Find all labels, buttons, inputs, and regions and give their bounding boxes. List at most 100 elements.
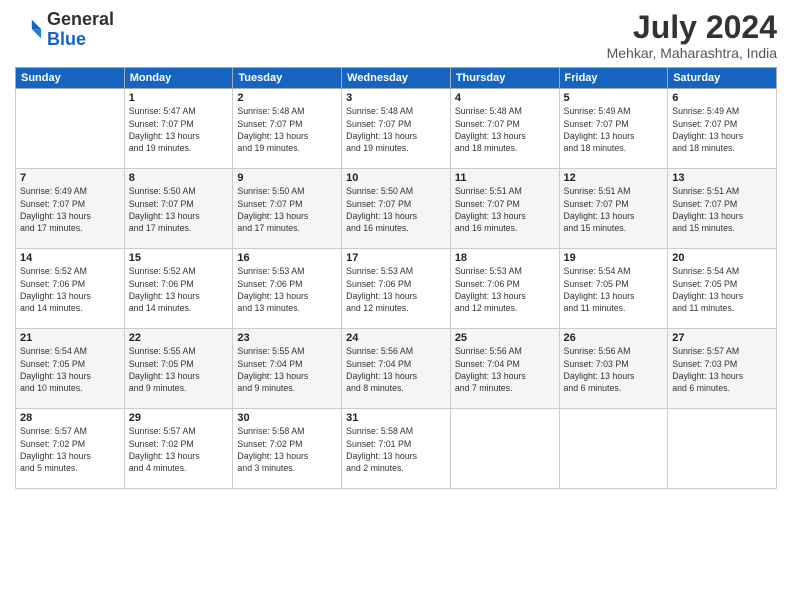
day-info: Sunrise: 5:49 AM Sunset: 7:07 PM Dayligh…: [672, 105, 772, 154]
day-info: Sunrise: 5:53 AM Sunset: 7:06 PM Dayligh…: [346, 265, 446, 314]
calendar-cell: 1Sunrise: 5:47 AM Sunset: 7:07 PM Daylig…: [124, 89, 233, 169]
calendar-cell: 21Sunrise: 5:54 AM Sunset: 7:05 PM Dayli…: [16, 329, 125, 409]
logo-icon: [15, 16, 43, 44]
calendar-cell: 12Sunrise: 5:51 AM Sunset: 7:07 PM Dayli…: [559, 169, 668, 249]
day-number: 1: [129, 92, 229, 104]
calendar-cell: 10Sunrise: 5:50 AM Sunset: 7:07 PM Dayli…: [342, 169, 451, 249]
calendar-cell: 11Sunrise: 5:51 AM Sunset: 7:07 PM Dayli…: [450, 169, 559, 249]
weekday-header: Friday: [559, 68, 668, 89]
calendar-week-row: 21Sunrise: 5:54 AM Sunset: 7:05 PM Dayli…: [16, 329, 777, 409]
day-number: 31: [346, 412, 446, 424]
day-number: 16: [237, 252, 337, 264]
day-number: 18: [455, 252, 555, 264]
day-number: 17: [346, 252, 446, 264]
day-info: Sunrise: 5:53 AM Sunset: 7:06 PM Dayligh…: [455, 265, 555, 314]
calendar-cell: 25Sunrise: 5:56 AM Sunset: 7:04 PM Dayli…: [450, 329, 559, 409]
day-info: Sunrise: 5:49 AM Sunset: 7:07 PM Dayligh…: [20, 185, 120, 234]
calendar-cell: 19Sunrise: 5:54 AM Sunset: 7:05 PM Dayli…: [559, 249, 668, 329]
day-info: Sunrise: 5:50 AM Sunset: 7:07 PM Dayligh…: [237, 185, 337, 234]
day-info: Sunrise: 5:53 AM Sunset: 7:06 PM Dayligh…: [237, 265, 337, 314]
day-info: Sunrise: 5:52 AM Sunset: 7:06 PM Dayligh…: [20, 265, 120, 314]
day-number: 25: [455, 332, 555, 344]
calendar-header: SundayMondayTuesdayWednesdayThursdayFrid…: [16, 68, 777, 89]
day-number: 20: [672, 252, 772, 264]
day-info: Sunrise: 5:57 AM Sunset: 7:02 PM Dayligh…: [20, 425, 120, 474]
day-info: Sunrise: 5:58 AM Sunset: 7:02 PM Dayligh…: [237, 425, 337, 474]
calendar-cell: 30Sunrise: 5:58 AM Sunset: 7:02 PM Dayli…: [233, 409, 342, 489]
day-number: 2: [237, 92, 337, 104]
day-info: Sunrise: 5:52 AM Sunset: 7:06 PM Dayligh…: [129, 265, 229, 314]
day-info: Sunrise: 5:50 AM Sunset: 7:07 PM Dayligh…: [346, 185, 446, 234]
day-number: 12: [564, 172, 664, 184]
day-number: 6: [672, 92, 772, 104]
day-number: 11: [455, 172, 555, 184]
day-number: 27: [672, 332, 772, 344]
day-info: Sunrise: 5:49 AM Sunset: 7:07 PM Dayligh…: [564, 105, 664, 154]
weekday-header: Saturday: [668, 68, 777, 89]
day-number: 15: [129, 252, 229, 264]
day-info: Sunrise: 5:56 AM Sunset: 7:04 PM Dayligh…: [346, 345, 446, 394]
day-info: Sunrise: 5:58 AM Sunset: 7:01 PM Dayligh…: [346, 425, 446, 474]
calendar-cell: 28Sunrise: 5:57 AM Sunset: 7:02 PM Dayli…: [16, 409, 125, 489]
calendar-cell: 27Sunrise: 5:57 AM Sunset: 7:03 PM Dayli…: [668, 329, 777, 409]
calendar-cell: 23Sunrise: 5:55 AM Sunset: 7:04 PM Dayli…: [233, 329, 342, 409]
calendar-cell: [668, 409, 777, 489]
day-number: 21: [20, 332, 120, 344]
day-number: 9: [237, 172, 337, 184]
day-info: Sunrise: 5:48 AM Sunset: 7:07 PM Dayligh…: [346, 105, 446, 154]
calendar-cell: 26Sunrise: 5:56 AM Sunset: 7:03 PM Dayli…: [559, 329, 668, 409]
day-info: Sunrise: 5:56 AM Sunset: 7:04 PM Dayligh…: [455, 345, 555, 394]
day-info: Sunrise: 5:57 AM Sunset: 7:02 PM Dayligh…: [129, 425, 229, 474]
calendar-cell: 7Sunrise: 5:49 AM Sunset: 7:07 PM Daylig…: [16, 169, 125, 249]
calendar-cell: 3Sunrise: 5:48 AM Sunset: 7:07 PM Daylig…: [342, 89, 451, 169]
weekday-header: Tuesday: [233, 68, 342, 89]
weekday-header: Monday: [124, 68, 233, 89]
day-info: Sunrise: 5:51 AM Sunset: 7:07 PM Dayligh…: [672, 185, 772, 234]
calendar-table: SundayMondayTuesdayWednesdayThursdayFrid…: [15, 67, 777, 489]
weekday-row: SundayMondayTuesdayWednesdayThursdayFrid…: [16, 68, 777, 89]
day-number: 23: [237, 332, 337, 344]
calendar-cell: 15Sunrise: 5:52 AM Sunset: 7:06 PM Dayli…: [124, 249, 233, 329]
day-info: Sunrise: 5:54 AM Sunset: 7:05 PM Dayligh…: [564, 265, 664, 314]
calendar-cell: 20Sunrise: 5:54 AM Sunset: 7:05 PM Dayli…: [668, 249, 777, 329]
calendar-week-row: 14Sunrise: 5:52 AM Sunset: 7:06 PM Dayli…: [16, 249, 777, 329]
calendar-cell: 13Sunrise: 5:51 AM Sunset: 7:07 PM Dayli…: [668, 169, 777, 249]
day-info: Sunrise: 5:54 AM Sunset: 7:05 PM Dayligh…: [20, 345, 120, 394]
calendar-cell: 9Sunrise: 5:50 AM Sunset: 7:07 PM Daylig…: [233, 169, 342, 249]
location-title: Mehkar, Maharashtra, India: [607, 45, 777, 61]
weekday-header: Wednesday: [342, 68, 451, 89]
day-info: Sunrise: 5:55 AM Sunset: 7:04 PM Dayligh…: [237, 345, 337, 394]
day-info: Sunrise: 5:55 AM Sunset: 7:05 PM Dayligh…: [129, 345, 229, 394]
calendar-week-row: 1Sunrise: 5:47 AM Sunset: 7:07 PM Daylig…: [16, 89, 777, 169]
calendar-cell: 8Sunrise: 5:50 AM Sunset: 7:07 PM Daylig…: [124, 169, 233, 249]
day-number: 8: [129, 172, 229, 184]
day-info: Sunrise: 5:56 AM Sunset: 7:03 PM Dayligh…: [564, 345, 664, 394]
day-info: Sunrise: 5:51 AM Sunset: 7:07 PM Dayligh…: [564, 185, 664, 234]
day-number: 5: [564, 92, 664, 104]
logo: General Blue: [15, 10, 114, 50]
calendar-cell: 18Sunrise: 5:53 AM Sunset: 7:06 PM Dayli…: [450, 249, 559, 329]
day-info: Sunrise: 5:50 AM Sunset: 7:07 PM Dayligh…: [129, 185, 229, 234]
day-number: 19: [564, 252, 664, 264]
day-info: Sunrise: 5:47 AM Sunset: 7:07 PM Dayligh…: [129, 105, 229, 154]
calendar-cell: 6Sunrise: 5:49 AM Sunset: 7:07 PM Daylig…: [668, 89, 777, 169]
calendar-cell: 4Sunrise: 5:48 AM Sunset: 7:07 PM Daylig…: [450, 89, 559, 169]
day-number: 14: [20, 252, 120, 264]
day-info: Sunrise: 5:51 AM Sunset: 7:07 PM Dayligh…: [455, 185, 555, 234]
day-info: Sunrise: 5:48 AM Sunset: 7:07 PM Dayligh…: [237, 105, 337, 154]
day-number: 7: [20, 172, 120, 184]
day-number: 10: [346, 172, 446, 184]
day-number: 4: [455, 92, 555, 104]
day-number: 29: [129, 412, 229, 424]
day-number: 13: [672, 172, 772, 184]
calendar-cell: 17Sunrise: 5:53 AM Sunset: 7:06 PM Dayli…: [342, 249, 451, 329]
calendar-cell: 22Sunrise: 5:55 AM Sunset: 7:05 PM Dayli…: [124, 329, 233, 409]
calendar-cell: 5Sunrise: 5:49 AM Sunset: 7:07 PM Daylig…: [559, 89, 668, 169]
day-number: 30: [237, 412, 337, 424]
title-block: July 2024 Mehkar, Maharashtra, India: [607, 10, 777, 61]
calendar-cell: 16Sunrise: 5:53 AM Sunset: 7:06 PM Dayli…: [233, 249, 342, 329]
calendar-cell: [16, 89, 125, 169]
header: General Blue July 2024 Mehkar, Maharasht…: [15, 10, 777, 61]
calendar-cell: 2Sunrise: 5:48 AM Sunset: 7:07 PM Daylig…: [233, 89, 342, 169]
calendar-week-row: 28Sunrise: 5:57 AM Sunset: 7:02 PM Dayli…: [16, 409, 777, 489]
